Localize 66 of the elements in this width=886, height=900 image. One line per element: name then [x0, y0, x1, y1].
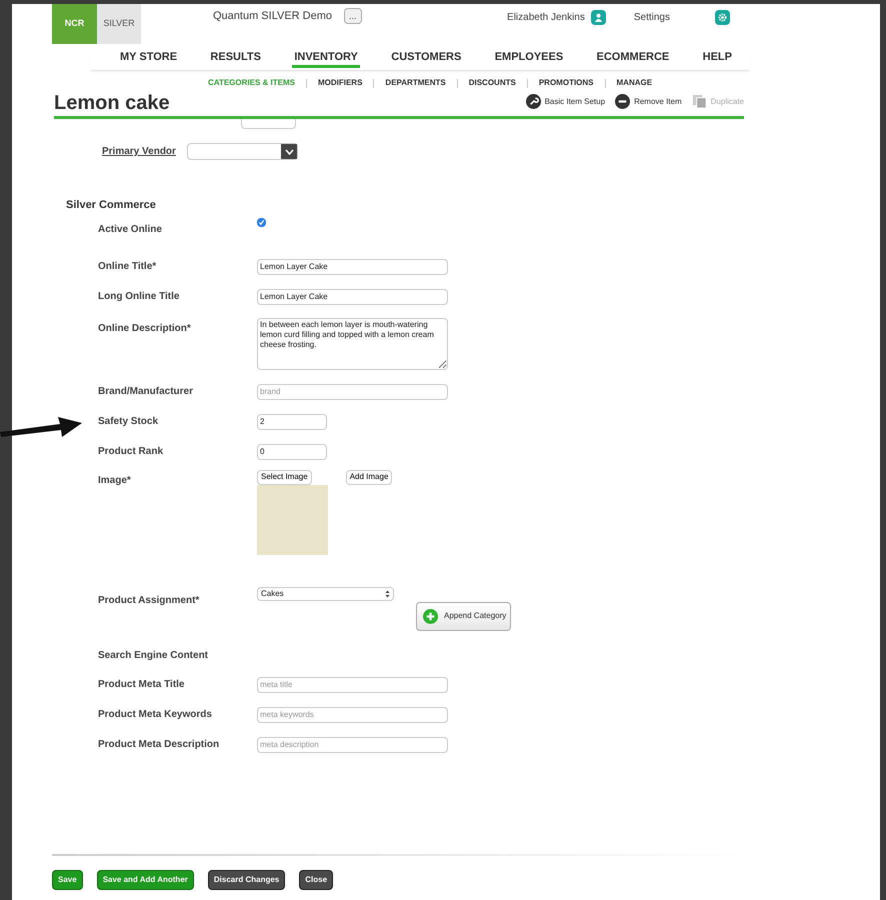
updown-icon — [385, 590, 390, 598]
category-select[interactable]: Cakes — [257, 586, 394, 600]
vendor-link[interactable]: Primary Vendor — [102, 144, 187, 159]
nav-tab[interactable]: RESULTS — [208, 48, 263, 68]
settings-link[interactable]: Settings — [634, 10, 670, 25]
input-field[interactable]: Lemon Layer Cake — [257, 258, 448, 274]
input-field[interactable]: brand — [257, 384, 448, 400]
subnav-tab[interactable]: DEPARTMENTS — [385, 77, 446, 89]
field-label: Product Meta Title — [98, 678, 186, 692]
footer-button[interactable]: Discard Changes — [208, 870, 286, 890]
append-category-button[interactable]: Append Category — [416, 602, 511, 630]
text-area[interactable]: In between each lemon layer is mouth-watering lemon curd filling and topped with a lemon cream cheese frosting. — [257, 318, 448, 370]
field-label: Product Meta Description — [98, 738, 220, 752]
field-label: Brand/Manufacturer — [98, 385, 194, 399]
subnav-tab[interactable]: PROMOTIONS — [538, 77, 594, 89]
action-button[interactable]: Basic Item Setup — [526, 94, 606, 109]
minus-circle-icon — [615, 94, 630, 109]
checkbox[interactable] — [257, 218, 266, 226]
subnav-tab[interactable]: DISCOUNTS — [468, 77, 516, 89]
input-field[interactable]: Lemon Layer Cake — [257, 288, 448, 304]
logo: SILVER — [97, 4, 141, 44]
field-label: Product Meta Keywords — [98, 708, 213, 722]
store-name: Quantum SILVER Demo — [213, 9, 332, 24]
add-image-button[interactable]: Add Image — [346, 470, 392, 484]
input-field[interactable]: meta title — [257, 676, 448, 692]
user-name[interactable]: Elizabeth Jenkins — [507, 10, 585, 25]
field-label: Search Engine Content — [98, 648, 210, 662]
footer-button[interactable]: Save and Add Another — [96, 870, 194, 890]
nav-tab[interactable]: EMPLOYEES — [492, 48, 566, 68]
wrench-icon — [526, 94, 541, 109]
nav-tab[interactable]: MY STORE — [118, 48, 180, 68]
field-label: Online Title* — [98, 260, 158, 274]
field-label: Online Description* — [98, 322, 192, 336]
nav-tab[interactable]: ECOMMERCE — [594, 48, 672, 68]
nav-tab[interactable]: HELP — [700, 48, 734, 68]
subnav-tab[interactable]: MODIFIERS — [318, 77, 362, 89]
input-field[interactable]: 2 — [257, 414, 327, 430]
field-label: Image* — [98, 474, 132, 488]
subnav-tab[interactable]: MANAGE — [616, 77, 652, 89]
action-button[interactable]: Remove Item — [615, 94, 682, 109]
vendor-select[interactable] — [187, 143, 298, 160]
store-menu-button[interactable]: ... — [344, 8, 362, 24]
user-icon[interactable] — [590, 10, 606, 25]
logo: NCR — [52, 4, 97, 44]
input-field[interactable]: meta keywords — [257, 706, 448, 722]
page-title: Lemon cake — [54, 93, 170, 113]
chevron-icon — [281, 144, 297, 159]
plus-circle-icon — [423, 608, 438, 624]
field-label: Safety Stock — [98, 415, 160, 429]
field-label: Product Assignment* — [98, 594, 200, 608]
field-label: Active Online — [98, 222, 163, 236]
copy-icon — [692, 94, 707, 109]
field-label: Long Online Title — [98, 290, 180, 304]
arrow-icon — [0, 415, 82, 439]
input-field[interactable] — [241, 119, 296, 129]
field-label: Product Rank — [98, 445, 164, 459]
nav-tab[interactable]: CUSTOMERS — [389, 48, 464, 68]
nav-tab[interactable]: INVENTORY — [292, 48, 360, 68]
footer-button[interactable]: Save — [52, 870, 83, 890]
footer-button[interactable]: Close — [299, 870, 334, 890]
section-title: Silver Commerce — [66, 198, 157, 213]
input-field[interactable]: 0 — [257, 444, 327, 460]
select-image-button[interactable]: Select Image — [257, 470, 312, 484]
photo-placeholder — [257, 484, 328, 554]
input-field[interactable]: meta description — [257, 736, 448, 752]
settings-icon[interactable] — [715, 10, 730, 25]
